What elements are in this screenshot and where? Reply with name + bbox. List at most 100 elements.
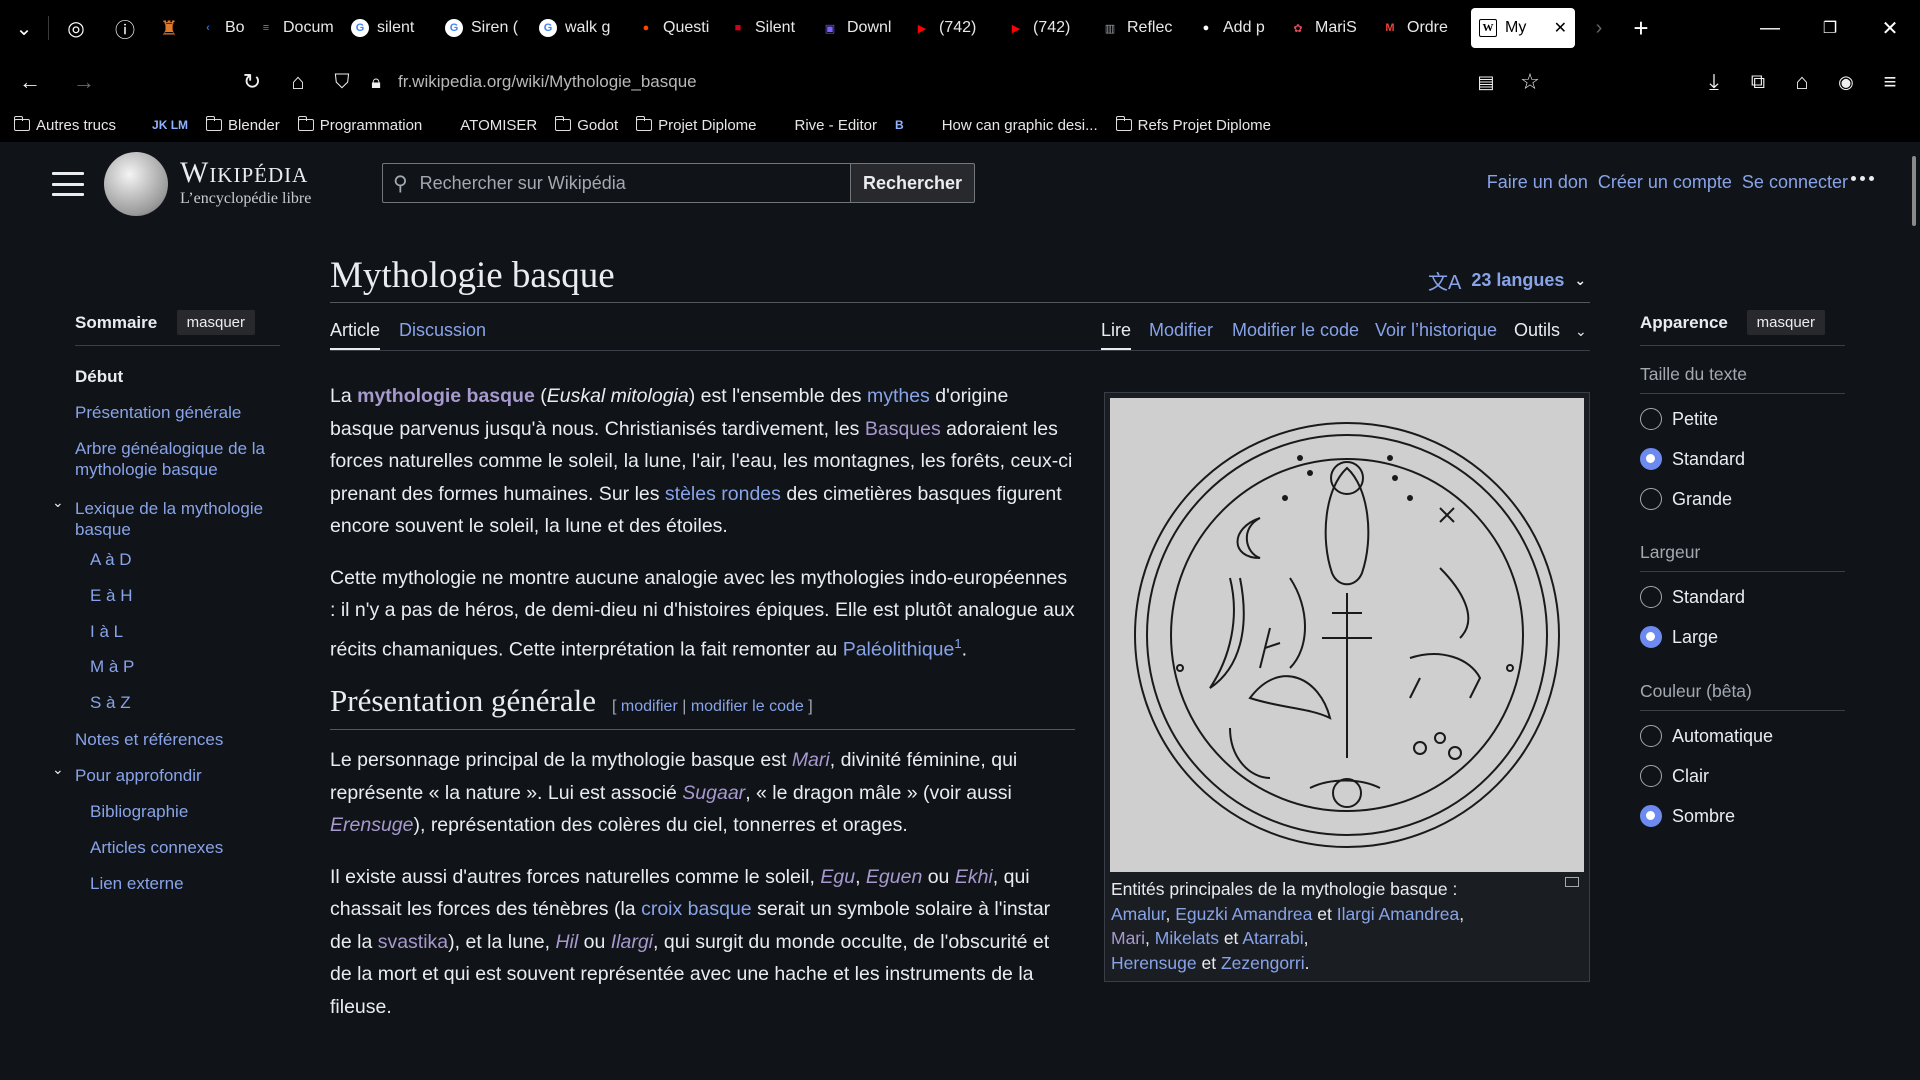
toc-item[interactable]: Lexique de la mythologie basque <box>75 498 275 540</box>
tab-discussion[interactable]: Discussion <box>399 320 486 341</box>
toc-item[interactable]: Présentation générale <box>75 402 275 423</box>
extensions-icon[interactable]: ⧉ <box>1736 60 1780 104</box>
home-shortcut-icon[interactable]: ⌂ <box>1780 60 1824 104</box>
bookmark-item[interactable]: How can graphic desi... <box>922 117 1098 134</box>
link-eguen[interactable]: Eguen <box>866 866 922 888</box>
toc-item[interactable]: A à D <box>90 549 290 570</box>
toc-item[interactable]: Articles connexes <box>90 837 290 858</box>
radio-unchecked-icon[interactable] <box>1640 586 1662 608</box>
tab-history[interactable]: Voir l’historique <box>1375 320 1497 341</box>
browser-tab[interactable]: ‹ Bo <box>191 8 249 48</box>
radio-checked-icon[interactable] <box>1640 805 1662 827</box>
info-pinned-tab-icon[interactable]: ⓘ <box>103 14 147 43</box>
login-link[interactable]: Se connecter <box>1742 172 1848 193</box>
link-ekhi[interactable]: Ekhi <box>955 866 993 888</box>
link-herensuge[interactable]: Herensuge <box>1111 953 1197 973</box>
toc-item[interactable]: Lien externe <box>90 873 290 894</box>
section-edit-link[interactable]: modifier <box>621 698 678 715</box>
link-hil[interactable]: Hil <box>555 931 578 953</box>
bookmark-star-icon[interactable]: ☆ <box>1508 60 1552 104</box>
bookmark-item[interactable]: JK LM <box>152 118 188 132</box>
profile-avatar-icon[interactable]: ◉ <box>1824 60 1868 104</box>
downloads-icon[interactable]: ⤓ <box>1692 60 1736 104</box>
bookmark-item[interactable]: Programmation <box>297 116 422 134</box>
app-menu-icon[interactable]: ≡ <box>1868 60 1912 104</box>
browser-tab[interactable]: ≡ Docum <box>249 8 343 48</box>
close-tab-icon[interactable]: ✕ <box>1554 18 1567 38</box>
wikipedia-globe-logo[interactable] <box>104 152 168 216</box>
browser-tab[interactable]: ● Add p <box>1189 8 1281 48</box>
link-egu[interactable]: Egu <box>820 866 855 888</box>
toc-item[interactable]: E à H <box>90 585 290 606</box>
radio-option[interactable]: Sombre <box>1640 805 1735 827</box>
browser-tab[interactable]: ✿ MariS <box>1281 8 1373 48</box>
radio-option[interactable]: Automatique <box>1640 725 1773 747</box>
appearance-hide-button[interactable]: masquer <box>1746 310 1825 335</box>
bookmark-item[interactable]: Projet Diplome <box>636 116 757 134</box>
tab-tools[interactable]: Outils ⌄ <box>1514 320 1587 341</box>
back-arrow-icon[interactable]: ← <box>8 60 52 104</box>
url-field[interactable]: fr.wikipedia.org/wiki/Mythologie_basque <box>398 72 697 92</box>
browser-tab[interactable]: ▥ Reflec <box>1093 8 1189 48</box>
bookmark-item[interactable]: B <box>895 118 904 132</box>
tab-read[interactable]: Lire <box>1101 320 1132 350</box>
tab-article[interactable]: Article <box>330 320 381 350</box>
reader-view-icon[interactable]: ▤ <box>1464 60 1508 104</box>
link-mari-caption[interactable]: Mari <box>1111 928 1145 948</box>
bookmark-item[interactable]: Rive - Editor <box>775 117 878 134</box>
minimize-icon[interactable]: — <box>1740 17 1800 40</box>
link-basques[interactable]: Basques <box>865 418 941 440</box>
footnote-1[interactable]: 1 <box>954 636 961 651</box>
more-options-icon[interactable] <box>1851 176 1874 181</box>
bookmark-item[interactable]: Blender <box>206 116 280 134</box>
restore-icon[interactable]: ❐ <box>1800 18 1860 38</box>
radio-option[interactable]: Grande <box>1640 488 1732 510</box>
browser-tab[interactable]: Gwalk g <box>531 8 629 48</box>
link-erensuge[interactable]: Erensuge <box>330 814 413 836</box>
link-mythes[interactable]: mythes <box>867 385 930 407</box>
link-atarrabi[interactable]: Atarrabi <box>1242 928 1303 948</box>
link-mari[interactable]: Mari <box>792 749 830 771</box>
donate-link[interactable]: Faire un don <box>1487 172 1588 193</box>
toc-item[interactable]: Arbre généalogique de la mythologie basq… <box>75 438 275 480</box>
radio-checked-icon[interactable] <box>1640 626 1662 648</box>
link-mikelats[interactable]: Mikelats <box>1155 928 1219 948</box>
link-croix-basque[interactable]: croix basque <box>641 898 752 920</box>
browser-tab[interactable]: ▣ Downl <box>813 8 905 48</box>
browser-tab[interactable]: ■ Silent <box>721 8 813 48</box>
radio-option[interactable]: Standard <box>1640 586 1745 608</box>
toc-item[interactable]: M à P <box>90 656 290 677</box>
language-button[interactable]: 文A 23 langues ⌄ <box>1428 266 1586 295</box>
link-eguzki-amandrea[interactable]: Eguzki Amandrea <box>1175 904 1312 924</box>
page-scrollbar[interactable] <box>1912 156 1916 226</box>
reload-icon[interactable]: ↻ <box>230 60 274 104</box>
radio-unchecked-icon[interactable] <box>1640 408 1662 430</box>
bookmark-item[interactable]: Godot <box>555 116 618 134</box>
toc-item[interactable]: Pour approfondir <box>75 765 275 786</box>
search-input[interactable] <box>419 172 840 194</box>
browser-tab[interactable]: G Siren ( <box>437 8 531 48</box>
radio-checked-icon[interactable] <box>1640 448 1662 470</box>
browser-tab[interactable]: ● Questi <box>629 8 721 48</box>
browser-tab[interactable]: M Ordre <box>1373 8 1467 48</box>
radio-option[interactable]: Standard <box>1640 448 1745 470</box>
chatgpt-pinned-tab-icon[interactable]: ◎ <box>49 16 103 41</box>
wikipedia-wordmark[interactable]: Wikipédia <box>180 156 308 190</box>
chevron-down-icon[interactable]: ⌄ <box>52 761 64 778</box>
app-pinned-tab-icon[interactable]: ♜ <box>147 16 191 41</box>
forward-arrow-icon[interactable]: → <box>62 60 106 104</box>
close-window-icon[interactable]: ✕ <box>1860 16 1920 41</box>
link-sugaar[interactable]: Sugaar <box>682 782 745 804</box>
tab-edit-source[interactable]: Modifier le code <box>1232 320 1359 341</box>
link-amalur[interactable]: Amalur <box>1111 904 1165 924</box>
section-edit-source-link[interactable]: modifier le code <box>691 698 804 715</box>
basque-stele-drawing[interactable] <box>1110 398 1584 872</box>
chevron-down-icon[interactable]: ⌄ <box>52 494 64 511</box>
browser-tab[interactable]: ▶ (742) <box>905 8 999 48</box>
browser-tab[interactable]: Gsilent <box>343 8 437 48</box>
create-account-link[interactable]: Créer un compte <box>1598 172 1732 193</box>
active-tab-wikipedia[interactable]: W My ✕ <box>1471 8 1575 48</box>
radio-option[interactable]: Petite <box>1640 408 1718 430</box>
toc-item[interactable]: Bibliographie <box>90 801 290 822</box>
tab-list-chevron-icon[interactable]: ⌄ <box>0 16 48 41</box>
